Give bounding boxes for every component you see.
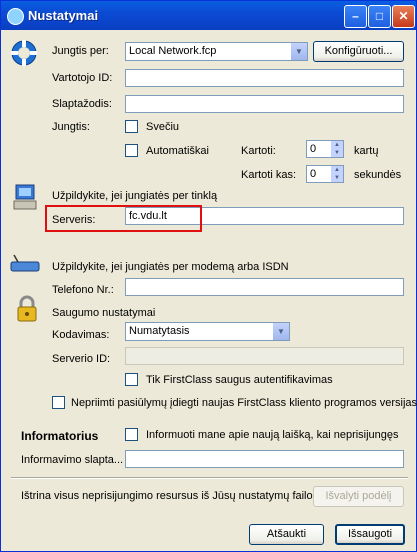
- repeat-every-stepper[interactable]: 0 ▲ ▼: [306, 165, 344, 183]
- password-input[interactable]: [125, 95, 404, 113]
- phone-label: Telefono Nr.:: [52, 284, 114, 296]
- guest-label: Svečiu: [146, 121, 180, 133]
- chevron-down-icon[interactable]: ▼: [290, 43, 307, 60]
- notifier-password-input[interactable]: [125, 450, 404, 468]
- notifier-password-label: Informavimo slapta...: [21, 454, 124, 466]
- repeat-every-value: 0: [310, 168, 317, 180]
- repeat-unit: kartų: [354, 145, 379, 157]
- phone-input[interactable]: [125, 278, 404, 296]
- maximize-button[interactable]: □: [368, 5, 391, 28]
- network-computer-icon: [13, 184, 37, 210]
- title-bar[interactable]: Nustatymai – □ ✕: [1, 1, 416, 30]
- repeat-every-unit: sekundės: [354, 169, 402, 181]
- server-id-input[interactable]: [125, 347, 404, 365]
- connect-label: Jungtis:: [52, 121, 90, 133]
- chevron-down-icon[interactable]: ▼: [272, 323, 289, 340]
- decline-updates-checkbox[interactable]: [52, 396, 65, 409]
- network-heading: Užpildykite, jei jungiatės per tinklą: [52, 190, 218, 202]
- modem-icon: [10, 254, 40, 272]
- password-label: Slaptažodis:: [52, 98, 112, 110]
- encoding-label: Kodavimas:: [52, 329, 110, 341]
- connect-via-select[interactable]: Local Network.fcp ▼: [125, 42, 308, 61]
- modem-heading: Užpildykite, jei jungiatės per modemą ar…: [52, 261, 289, 273]
- stepper-arrows-icon[interactable]: ▲ ▼: [331, 166, 343, 182]
- cancel-button[interactable]: Atšaukti: [249, 524, 324, 545]
- divider: [11, 477, 408, 479]
- save-button[interactable]: Išsaugoti: [335, 524, 405, 545]
- app-icon: [7, 8, 24, 25]
- connect-via-value: Local Network.fcp: [129, 45, 217, 57]
- offline-text: Ištrina visus neprisijungimo resursus iš…: [21, 490, 313, 502]
- notify-label: Informuoti mane apie naują laišką, kai n…: [146, 429, 399, 441]
- decline-updates-label: Nepriimti pasiūlymų įdiegti naujas First…: [71, 397, 417, 409]
- stepper-arrows-icon[interactable]: ▲ ▼: [331, 141, 343, 157]
- secure-auth-label: Tik FirstClass saugus autentifikavimas: [146, 374, 333, 386]
- encoding-select[interactable]: Numatytasis ▼: [125, 322, 290, 341]
- connect-via-label: Jungtis per:: [52, 45, 109, 57]
- configure-button[interactable]: Konfigūruoti...: [313, 41, 404, 62]
- notify-checkbox[interactable]: [125, 428, 138, 441]
- auto-connect-label: Automatiškai: [146, 145, 209, 157]
- repeat-stepper[interactable]: 0 ▲ ▼: [306, 140, 344, 158]
- close-button[interactable]: ✕: [392, 5, 415, 28]
- notifier-heading: Informatorius: [21, 429, 99, 443]
- repeat-label: Kartoti:: [241, 145, 276, 157]
- minimize-button[interactable]: –: [344, 5, 367, 28]
- server-highlight: [45, 205, 202, 232]
- user-id-label: Vartotojo ID:: [52, 72, 113, 84]
- lock-icon: [17, 295, 37, 322]
- repeat-value: 0: [310, 143, 317, 155]
- repeat-every-label: Kartoti kas:: [241, 169, 297, 181]
- settings-window: Nustatymai – □ ✕ Jungtis per: Local Netw…: [0, 0, 417, 552]
- window-title: Nustatymai: [28, 8, 99, 23]
- auto-connect-checkbox[interactable]: [125, 144, 138, 157]
- guest-checkbox[interactable]: [125, 120, 138, 133]
- server-id-label: Serverio ID:: [52, 353, 111, 365]
- lifebuoy-icon: [11, 40, 37, 66]
- clear-cache-button[interactable]: Išvalyti podėlį: [313, 486, 404, 507]
- encoding-value: Numatytasis: [129, 325, 190, 337]
- user-id-input[interactable]: [125, 69, 404, 87]
- security-heading: Saugumo nustatymai: [52, 307, 156, 319]
- secure-auth-checkbox[interactable]: [125, 373, 138, 386]
